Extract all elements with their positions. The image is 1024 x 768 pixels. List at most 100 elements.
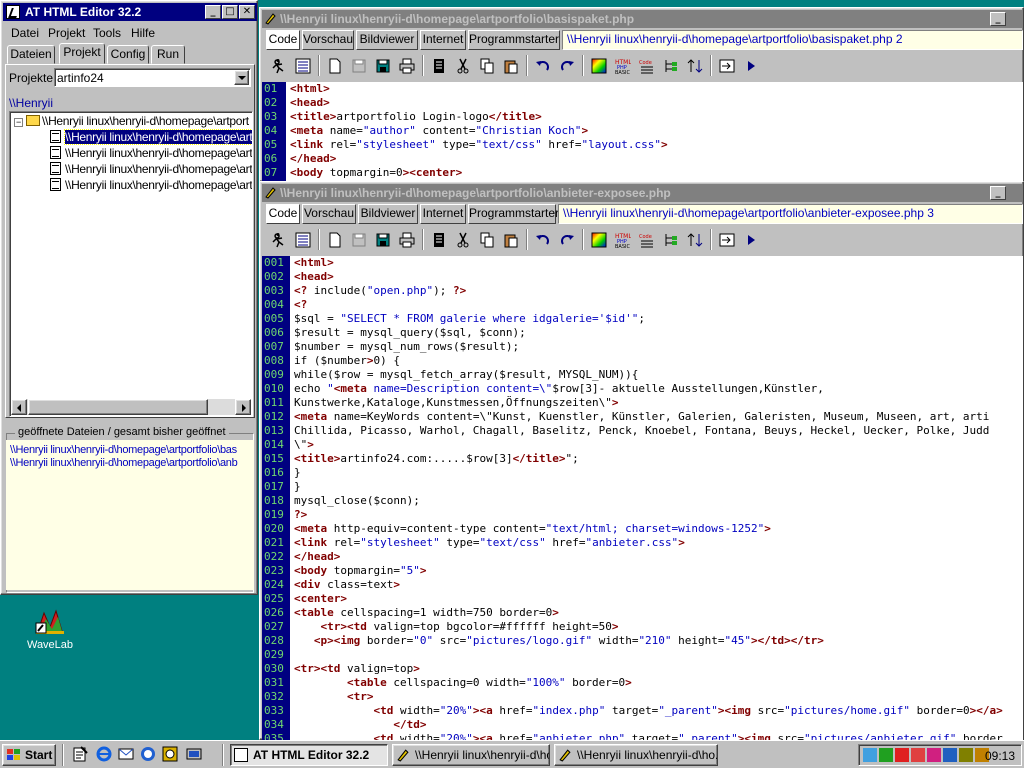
opened-file-item[interactable]: \\Henryii linux\henryii-d\homepage\artpo…: [10, 444, 237, 456]
save-disabled-icon[interactable]: [348, 229, 370, 251]
menu-hilfe[interactable]: Hilfe: [131, 26, 155, 40]
code-line[interactable]: 004 <?: [262, 298, 1023, 312]
export-icon[interactable]: [716, 229, 738, 251]
opened-file-item[interactable]: \\Henryii linux\henryii-d\homepage\artpo…: [10, 457, 238, 469]
code-line[interactable]: 026 <table cellspacing=1 width=750 border…: [262, 606, 1023, 620]
tree-structure-icon[interactable]: [660, 55, 682, 77]
code-line[interactable]: 023 <body topmargin="5">: [262, 564, 1023, 578]
tree-item[interactable]: \\Henryii linux\henryii-d\homepage\art: [50, 162, 252, 176]
notepad-icon[interactable]: [72, 746, 88, 762]
redo-icon[interactable]: [556, 55, 578, 77]
undo-icon[interactable]: [532, 229, 554, 251]
code-line[interactable]: 003 <? include("open.php"); ?>: [262, 284, 1023, 298]
copy-icon[interactable]: [476, 229, 498, 251]
new-file-icon[interactable]: [324, 229, 346, 251]
outlook-icon[interactable]: [118, 746, 134, 762]
code-line[interactable]: 025 <center>: [262, 592, 1023, 606]
tab-code[interactable]: Code: [266, 204, 300, 224]
menu-projekt[interactable]: Projekt: [48, 26, 85, 40]
html-php-basic-icon[interactable]: HTML PHP BASIC: [612, 55, 634, 77]
code-line[interactable]: 001 <html>: [262, 256, 1023, 270]
code-line[interactable]: 05 <link rel="stylesheet" type="text/css"…: [262, 138, 1023, 152]
tab-dateien[interactable]: Dateien: [7, 45, 55, 64]
export-icon[interactable]: [716, 55, 738, 77]
tab-vorschau[interactable]: Vorschau: [302, 30, 354, 50]
wavelab-desktop-icon[interactable]: WaveLab: [22, 605, 78, 655]
code-editor[interactable]: 01 <html> 02 <head> 03 <title>artportfolio Lo…: [262, 82, 1023, 181]
clock[interactable]: 09:13: [985, 749, 1015, 763]
tree-item[interactable]: \\Henryii linux\henryii-d\homepage\art: [50, 146, 252, 160]
tab-programmstarter[interactable]: Programmstarter: [468, 30, 560, 50]
tray-app-icon[interactable]: [879, 748, 893, 762]
tree-item[interactable]: \\Henryii linux\henryii-d\homepage\art: [50, 129, 252, 145]
tab-vorschau[interactable]: Vorschau: [302, 204, 356, 224]
tree-horizontal-scrollbar[interactable]: [11, 399, 251, 415]
cut-icon[interactable]: [452, 229, 474, 251]
code-line[interactable]: 017}: [262, 480, 1023, 494]
project-file-tree[interactable]: − \\Henryii linux\henryii-d\homepage\artp…: [9, 111, 253, 417]
run-icon[interactable]: [268, 229, 290, 251]
code-line[interactable]: 019 ?>: [262, 508, 1023, 522]
app-launcher-icon[interactable]: [162, 746, 178, 762]
code-line[interactable]: 027 <tr><td valign=top bgcolor=#ffffff h…: [262, 620, 1023, 634]
redo-icon[interactable]: [556, 229, 578, 251]
start-button[interactable]: Start: [2, 744, 56, 766]
code-line[interactable]: 032 <tr>: [262, 690, 1023, 704]
code-line[interactable]: 005 $sql = "SELECT * FROM galerie where i…: [262, 312, 1023, 326]
play-icon[interactable]: [740, 55, 762, 77]
chevron-down-icon[interactable]: [234, 70, 249, 85]
task-button-at-html-editor[interactable]: AT HTML Editor 32.2: [230, 744, 388, 766]
info-icon[interactable]: [140, 746, 156, 762]
minimize-button[interactable]: _: [205, 5, 221, 19]
code-snippet-icon[interactable]: Code: [636, 229, 658, 251]
play-icon[interactable]: [740, 229, 762, 251]
tab-run[interactable]: Run: [151, 45, 185, 64]
tab-code[interactable]: Code: [266, 30, 300, 50]
opened-files-list[interactable]: \\Henryii linux\henryii-d\homepage\artpo…: [6, 440, 254, 590]
code-line[interactable]: 002 <head>: [262, 270, 1023, 284]
code-line[interactable]: 022 </head>: [262, 550, 1023, 564]
tree-item[interactable]: \\Henryii linux\henryii-d\homepage\art: [50, 178, 252, 192]
code-line[interactable]: 008 if ($number>0) {: [262, 354, 1023, 368]
code-line[interactable]: 018 mysql_close($conn);: [262, 494, 1023, 508]
code-line[interactable]: 016}: [262, 466, 1023, 480]
show-desktop-icon[interactable]: [186, 746, 202, 762]
tree-structure-icon[interactable]: [660, 229, 682, 251]
list-icon[interactable]: [292, 229, 314, 251]
code-line[interactable]: 04 <meta name="author" content="Christian…: [262, 124, 1023, 138]
code-snippet-icon[interactable]: Code: [636, 55, 658, 77]
code-line[interactable]: 014 \">: [262, 438, 1023, 452]
code-line[interactable]: 028 <p><img border="0" src="pictures/log…: [262, 634, 1023, 648]
code-line[interactable]: 012 <meta name=KeyWords content=\"Kunst, …: [262, 410, 1023, 424]
save-disabled-icon[interactable]: [348, 55, 370, 77]
code-line[interactable]: 01 <html>: [262, 82, 1023, 96]
code-line[interactable]: 015 <title>artinfo24.com:.....$row[3]</ti…: [262, 452, 1023, 466]
color-picker-icon[interactable]: [588, 55, 610, 77]
tab-bildviewer[interactable]: Bildviewer: [358, 204, 418, 224]
file-path-field[interactable]: \\Henryii linux\henryii-d\homepage\artpo…: [562, 30, 1023, 50]
project-select[interactable]: artinfo24: [54, 68, 251, 87]
tab-internet[interactable]: Internet: [420, 204, 466, 224]
volume-icon[interactable]: [959, 748, 973, 762]
tab-programmstarter[interactable]: Programmstarter: [468, 204, 559, 224]
paste-icon[interactable]: [500, 229, 522, 251]
code-line[interactable]: 024 <div class=text>: [262, 578, 1023, 592]
cut-icon[interactable]: [452, 55, 474, 77]
code-line[interactable]: 029: [262, 648, 1023, 662]
sort-icon[interactable]: [684, 55, 706, 77]
code-line[interactable]: 007 $number = mysql_num_rows($result);: [262, 340, 1023, 354]
scroll-right-icon[interactable]: [235, 399, 251, 415]
undo-icon[interactable]: [532, 55, 554, 77]
editor-titlebar[interactable]: \\Henryii linux\henryii-d\homepage\artpo…: [262, 184, 1023, 202]
document-icon[interactable]: [428, 229, 450, 251]
code-line[interactable]: 010 echo "<meta name=Description content=…: [262, 382, 1023, 396]
code-line[interactable]: 02 <head>: [262, 96, 1023, 110]
close-button[interactable]: ✕: [239, 5, 255, 19]
sort-icon[interactable]: [684, 229, 706, 251]
minimize-button[interactable]: _: [990, 186, 1006, 200]
scroll-thumb[interactable]: [28, 399, 208, 415]
code-editor[interactable]: 001 <html> 002 <head> 003 <? include("open.ph…: [262, 256, 1023, 740]
code-line[interactable]: 006 $result = mysql_query($sql, $conn);: [262, 326, 1023, 340]
code-line[interactable]: 03 <title>artportfolio Login-logo</title>: [262, 110, 1023, 124]
code-line[interactable]: 021 <link rel="stylesheet" type="text/css…: [262, 536, 1023, 550]
